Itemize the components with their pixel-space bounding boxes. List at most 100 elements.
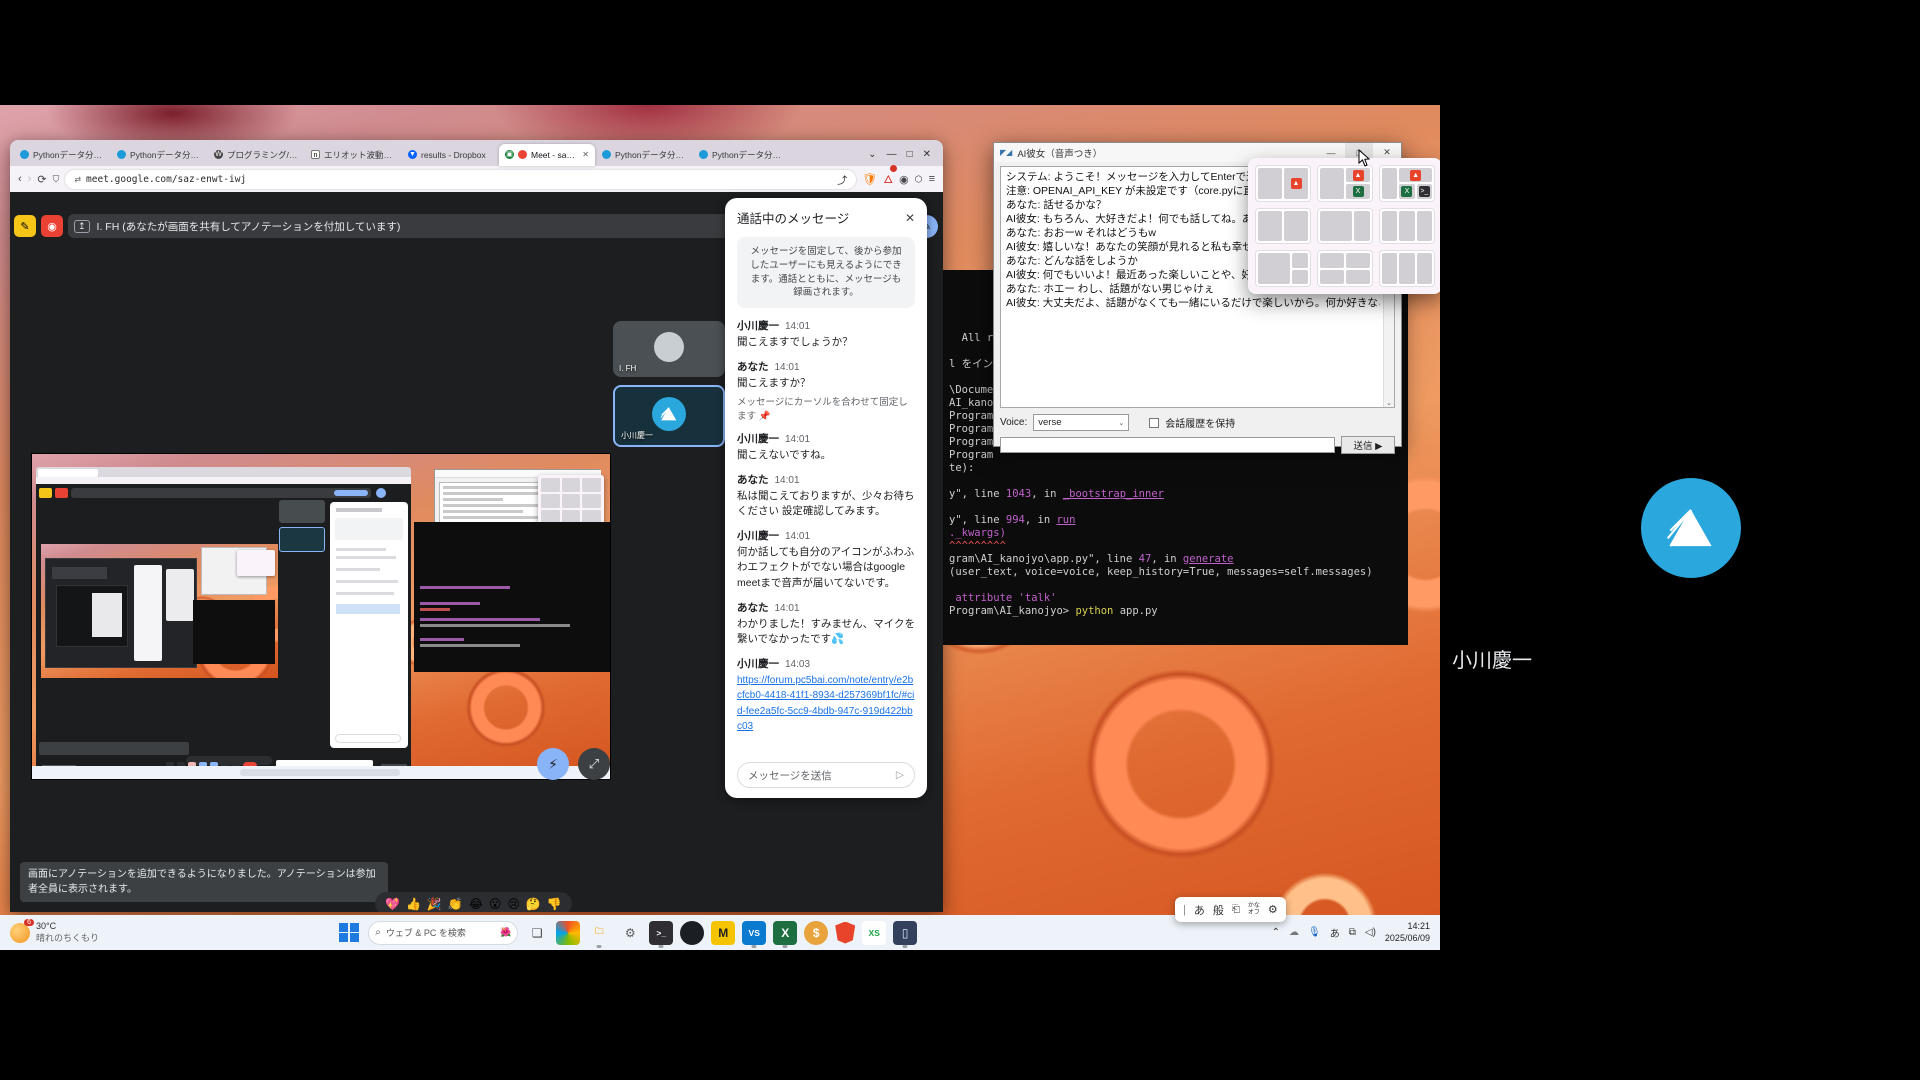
cast-display-icon[interactable]: ⧉ — [1349, 927, 1356, 938]
snap-layout-cell[interactable] — [1417, 253, 1432, 284]
ime-kana-toggle[interactable]: かなオフ — [1248, 903, 1260, 916]
reaction-emoji-button[interactable]: 😮 — [489, 897, 502, 911]
window-maximize-icon[interactable]: □ — [907, 149, 913, 160]
vscode-icon[interactable]: VS — [742, 921, 766, 945]
copilot-icon[interactable] — [556, 921, 580, 945]
window-close-icon[interactable]: ✕ — [923, 149, 931, 160]
snap-layout-cell[interactable] — [1258, 253, 1290, 284]
record-stop-button[interactable]: ◉ — [41, 215, 63, 237]
account-icon[interactable]: ◉ — [899, 173, 909, 186]
snap-layout-option[interactable] — [1317, 208, 1373, 245]
snap-layout-cell[interactable] — [1399, 211, 1414, 242]
xs-icon[interactable]: XS — [862, 921, 886, 945]
snap-layout-cell[interactable] — [1320, 168, 1344, 199]
terminal-icon[interactable]: >_ — [649, 921, 673, 945]
snap-layout-cell[interactable] — [1346, 253, 1370, 267]
snap-layout-cell[interactable]: X — [1399, 184, 1414, 198]
browser-tab[interactable]: ▣Meet - saz-enwt✕ — [499, 144, 595, 166]
excel-icon[interactable]: X — [773, 921, 797, 945]
reaction-emoji-button[interactable]: 👏 — [448, 897, 463, 911]
reaction-emoji-button[interactable]: 😢 — [507, 897, 520, 911]
snap-layout-option[interactable] — [1379, 208, 1435, 245]
mery-icon[interactable]: M — [711, 921, 735, 945]
browser-tab[interactable]: Pythonデータ分析ゼミに関 — [596, 144, 692, 166]
ai-send-button[interactable]: 送信 ▶ — [1341, 436, 1395, 454]
reaction-emoji-button[interactable]: 🎉 — [427, 897, 442, 911]
browser-tab[interactable]: Pythonデータ分析ゼミ本科 — [111, 144, 207, 166]
snap-layout-cell[interactable] — [1382, 168, 1397, 199]
participant-tile-ogawa[interactable]: 小川慶一 — [613, 385, 725, 447]
snap-layout-cell[interactable]: ▲ — [1284, 168, 1308, 199]
snap-layout-cell[interactable] — [1417, 211, 1432, 242]
ime-mode-a[interactable]: あ — [1194, 902, 1205, 918]
tab-close-icon[interactable]: ✕ — [582, 150, 589, 159]
site-permissions-icon[interactable]: ⇄ — [74, 175, 81, 184]
participant-tile-ifh[interactable]: I. FH — [613, 321, 725, 377]
snap-layout-option[interactable] — [1255, 208, 1311, 245]
reload-icon[interactable]: ⟳ — [37, 173, 46, 186]
ime-mode-indicator[interactable]: あ — [1330, 925, 1340, 940]
github-icon[interactable] — [680, 921, 704, 945]
browser-tab[interactable]: ▼results - Dropbox — [402, 144, 498, 166]
history-checkbox[interactable] — [1149, 418, 1159, 428]
voice-select[interactable]: verse⌄ — [1033, 414, 1129, 431]
reaction-emoji-button[interactable]: 😂 — [469, 897, 483, 911]
task-view-icon[interactable]: ❏ — [525, 921, 549, 945]
snap-layout-cell[interactable] — [1292, 253, 1308, 267]
bookmark-icon[interactable]: ⛉ — [53, 174, 60, 185]
snap-layout-cell[interactable]: >_ — [1417, 184, 1432, 198]
share-page-icon[interactable]: ⤴ — [837, 172, 847, 187]
menu-icon[interactable]: ≡ — [929, 173, 935, 185]
mic-in-use-icon[interactable]: 🎙 — [1308, 927, 1321, 938]
browser-tab[interactable]: Pythonデータ分析ゼミ本科 — [14, 144, 110, 166]
avast-shield-icon[interactable]: 🛡 — [862, 172, 877, 186]
reaction-emoji-button[interactable]: 👍 — [406, 897, 421, 911]
snap-layout-option[interactable] — [1255, 250, 1311, 287]
snap-layout-option[interactable]: ▲X — [1317, 165, 1373, 202]
annotation-tools-fab[interactable]: ⚡ — [537, 748, 569, 780]
snap-layout-option[interactable]: ▲ — [1255, 165, 1311, 202]
settings-icon[interactable]: ⚙ — [618, 921, 642, 945]
browser-tab[interactable]: Pythonデータ分析ゼ — [693, 144, 789, 166]
send-icon[interactable]: ▷ — [896, 769, 904, 781]
alert-flame-icon[interactable]: 🜂 — [883, 168, 893, 190]
snap-layout-cell[interactable] — [1292, 270, 1308, 284]
window-minimize-icon[interactable]: — — [887, 149, 897, 160]
ime-mode-general[interactable]: 般 — [1213, 902, 1224, 918]
browser-tab[interactable]: Wプログラミング/lx - AI彼女 — [208, 144, 304, 166]
ai-message-input[interactable] — [1000, 437, 1335, 453]
snap-layout-option[interactable]: ▲X>_ — [1379, 165, 1435, 202]
back-icon[interactable]: ‹ — [18, 173, 22, 185]
snap-layout-cell[interactable] — [1320, 270, 1344, 284]
snap-layout-cell[interactable] — [1382, 211, 1397, 242]
snap-layout-cell[interactable] — [1382, 253, 1397, 284]
expand-fullscreen-fab[interactable]: ⤢ — [578, 748, 610, 780]
snap-layout-option[interactable] — [1317, 250, 1373, 287]
chat-input[interactable]: メッセージを送信 ▷ — [737, 762, 915, 788]
phone-link-icon[interactable]: ▯ — [893, 921, 917, 945]
snap-layout-cell[interactable]: ▲ — [1346, 168, 1370, 182]
forward-icon[interactable]: › — [28, 173, 32, 185]
snap-layout-cell[interactable] — [1258, 211, 1282, 242]
snap-layout-cell[interactable] — [1399, 253, 1414, 284]
chat-close-icon[interactable]: ✕ — [905, 211, 915, 225]
reaction-emoji-button[interactable]: 🤔 — [526, 897, 541, 911]
coin-icon[interactable]: $ — [804, 921, 828, 945]
extensions-icon[interactable]: ⬡ — [915, 174, 923, 185]
annotation-pen-tool-button[interactable]: ✎ — [14, 215, 36, 237]
snap-layout-cell[interactable] — [1320, 211, 1352, 242]
tray-chevron-icon[interactable]: ⌃ — [1272, 927, 1280, 938]
explorer-icon[interactable]: 🗀 — [587, 921, 611, 945]
start-button[interactable] — [337, 921, 361, 945]
chat-message-link[interactable]: https://forum.pc5bai.com/note/entry/e2bc… — [737, 675, 914, 732]
url-bar[interactable]: ⇄ meet.google.com/saz-enwt-iwj ⤴ — [65, 170, 856, 189]
snap-layout-cell[interactable]: X — [1346, 184, 1370, 198]
volume-icon[interactable]: ◁) — [1365, 927, 1376, 938]
ime-clipboard-icon[interactable]: ⎗ — [1232, 904, 1240, 915]
tray-clock[interactable]: 14:21 2025/06/09 — [1385, 921, 1430, 944]
reaction-emoji-button[interactable]: 💖 — [385, 897, 400, 911]
reaction-emoji-button[interactable]: 👎 — [547, 897, 562, 911]
snap-layout-cell[interactable] — [1354, 211, 1370, 242]
snap-layout-cell[interactable] — [1346, 270, 1370, 284]
ime-settings-icon[interactable]: ⚙ — [1268, 903, 1278, 916]
